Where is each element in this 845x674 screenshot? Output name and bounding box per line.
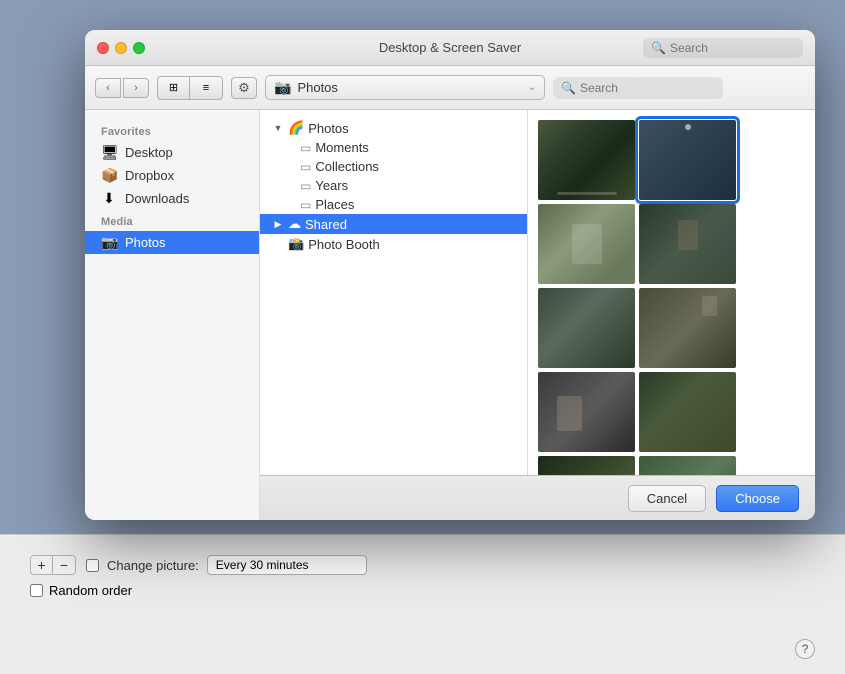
- sidebar-item-desktop[interactable]: 🖥 Desktop: [85, 141, 259, 164]
- file-browser: 🌈 Photos ▭ Moments ▭ Collections: [260, 110, 815, 520]
- forward-button[interactable]: ›: [123, 78, 149, 98]
- title-search-bar[interactable]: 🔍: [643, 38, 803, 58]
- photobooth-icon: 📸: [288, 236, 304, 252]
- dropbox-icon: 📦: [101, 167, 117, 184]
- title-search-input[interactable]: [670, 41, 795, 55]
- help-button[interactable]: ?: [795, 639, 815, 659]
- nav-buttons: ‹ ›: [95, 78, 149, 98]
- main-content: Favorites 🖥 Desktop 📦 Dropbox ⬇ Download…: [85, 110, 815, 520]
- list-view-button[interactable]: ≡: [190, 77, 222, 99]
- tree-item-shared[interactable]: ☁ Shared: [260, 214, 527, 234]
- tree-label-photos: Photos: [308, 121, 348, 136]
- sidebar-item-dropbox-label: Dropbox: [125, 168, 174, 183]
- back-button[interactable]: ‹: [95, 78, 121, 98]
- collections-icon: ▭: [300, 160, 311, 174]
- traffic-lights: [97, 42, 145, 54]
- window-title: Desktop & Screen Saver: [379, 40, 521, 55]
- icon-view-button[interactable]: ⊞: [158, 77, 190, 99]
- tree-label-moments: Moments: [315, 140, 368, 155]
- media-section-title: Media: [85, 210, 259, 231]
- random-order-checkbox[interactable]: [30, 584, 43, 597]
- tree-item-moments[interactable]: ▭ Moments: [260, 138, 527, 157]
- search-icon: 🔍: [651, 41, 666, 55]
- sidebar: Favorites 🖥 Desktop 📦 Dropbox ⬇ Download…: [85, 110, 260, 520]
- downloads-icon: ⬇: [101, 190, 117, 207]
- toolbar-search-bar[interactable]: 🔍: [553, 77, 723, 99]
- sidebar-item-dropbox[interactable]: 📦 Dropbox: [85, 164, 259, 187]
- tree-toggle-photos[interactable]: [272, 122, 284, 134]
- dialog-bottom-bar: Cancel Choose: [260, 475, 815, 520]
- tree-item-years[interactable]: ▭ Years: [260, 176, 527, 195]
- action-button[interactable]: ⚙: [231, 77, 257, 99]
- photo-grid: [528, 110, 815, 475]
- choose-button[interactable]: Choose: [716, 485, 799, 512]
- photos-tree-icon: 🌈: [288, 120, 304, 136]
- title-bar: Desktop & Screen Saver 🔍: [85, 30, 815, 66]
- cancel-button[interactable]: Cancel: [628, 485, 706, 512]
- photos-icon: 📷: [101, 234, 117, 251]
- moments-icon: ▭: [300, 141, 311, 155]
- tree-label-shared: Shared: [305, 217, 347, 232]
- sidebar-item-downloads-label: Downloads: [125, 191, 189, 206]
- maximize-button[interactable]: [133, 42, 145, 54]
- remove-button[interactable]: −: [53, 556, 75, 574]
- tree-label-photobooth: Photo Booth: [308, 237, 380, 252]
- tree-toggle-shared[interactable]: [272, 218, 284, 230]
- places-icon: ▭: [300, 198, 311, 212]
- desktop-screensaver-panel: + − Change picture: Every 30 minutes Eve…: [0, 534, 845, 674]
- sidebar-item-photos[interactable]: 📷 Photos: [85, 231, 259, 254]
- years-icon: ▭: [300, 179, 311, 193]
- photo-thumb-1[interactable]: [538, 120, 635, 200]
- interval-select[interactable]: Every 30 minutes Every 5 minutes Every h…: [207, 555, 367, 575]
- desktop-background: + − Change picture: Every 30 minutes Eve…: [0, 0, 845, 674]
- tree-label-years: Years: [315, 178, 348, 193]
- photo-thumb-5[interactable]: [538, 288, 635, 368]
- sidebar-item-photos-label: Photos: [125, 235, 165, 250]
- add-button[interactable]: +: [31, 556, 53, 574]
- photo-thumb-3[interactable]: [538, 204, 635, 284]
- change-picture-checkbox[interactable]: [86, 559, 99, 572]
- action-icon: ⚙: [238, 80, 250, 96]
- photo-thumb-7[interactable]: [538, 372, 635, 452]
- sidebar-item-downloads[interactable]: ⬇ Downloads: [85, 187, 259, 210]
- desktop-icon: 🖥: [101, 144, 117, 161]
- random-order-label: Random order: [49, 583, 132, 598]
- tree-view: 🌈 Photos ▭ Moments ▭ Collections: [260, 110, 528, 475]
- tree-label-places: Places: [315, 197, 354, 212]
- toolbar: ‹ › ⊞ ≡ ⚙ 📷 Photos ⌄ 🔍: [85, 66, 815, 110]
- location-label: Photos: [297, 80, 521, 95]
- toolbar-search-input[interactable]: [580, 81, 715, 95]
- location-dropdown[interactable]: 📷 Photos ⌄: [265, 75, 545, 100]
- favorites-section-title: Favorites: [85, 120, 259, 141]
- chevron-icon: ⌄: [528, 82, 536, 93]
- tree-item-photos[interactable]: 🌈 Photos: [260, 118, 527, 138]
- close-button[interactable]: [97, 42, 109, 54]
- photo-thumb-2[interactable]: [639, 120, 736, 200]
- dialog-window: Desktop & Screen Saver 🔍 ‹ › ⊞ ≡ ⚙ 📷 Pho…: [85, 30, 815, 520]
- tree-label-collections: Collections: [315, 159, 379, 174]
- sidebar-item-desktop-label: Desktop: [125, 145, 173, 160]
- tree-item-photobooth[interactable]: 📸 Photo Booth: [260, 234, 527, 254]
- photo-thumb-10[interactable]: [639, 456, 736, 475]
- photo-thumb-4[interactable]: [639, 204, 736, 284]
- tree-item-collections[interactable]: ▭ Collections: [260, 157, 527, 176]
- photo-thumb-6[interactable]: [639, 288, 736, 368]
- shared-icon: ☁: [288, 216, 301, 232]
- location-icon: 📷: [274, 79, 291, 96]
- add-remove-buttons: + −: [30, 555, 76, 575]
- change-picture-label: Change picture:: [107, 558, 199, 573]
- tree-item-places[interactable]: ▭ Places: [260, 195, 527, 214]
- photo-thumb-9[interactable]: [538, 456, 635, 475]
- photo-thumb-8[interactable]: [639, 372, 736, 452]
- view-buttons: ⊞ ≡: [157, 76, 223, 100]
- search-icon: 🔍: [561, 81, 576, 95]
- minimize-button[interactable]: [115, 42, 127, 54]
